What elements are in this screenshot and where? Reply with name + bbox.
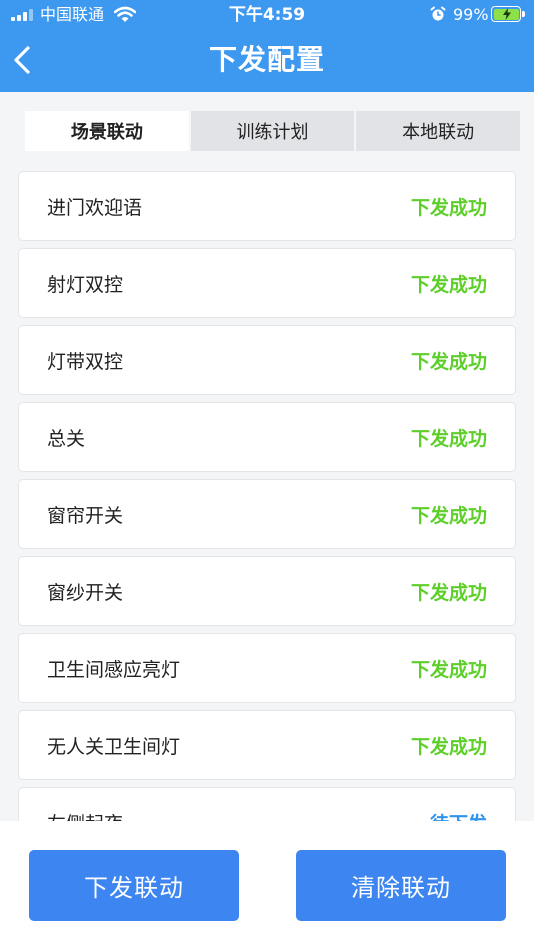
- item-status: 下发成功: [410, 427, 487, 450]
- battery-percent: 99%: [453, 5, 489, 24]
- list-item[interactable]: 窗帘开关 下发成功: [18, 479, 516, 549]
- chevron-left-icon: [14, 46, 30, 74]
- linkage-list[interactable]: 进门欢迎语 下发成功 射灯双控 下发成功 灯带双控 下发成功 总关 下发成功 窗…: [0, 171, 534, 821]
- item-status: 下发成功: [410, 504, 487, 527]
- item-name: 进门欢迎语: [47, 196, 143, 219]
- item-name: 卫生间感应亮灯: [47, 658, 181, 681]
- battery-icon: [491, 6, 521, 22]
- battery-cap: [522, 11, 525, 17]
- header: 中国联通 下午4:59 99% 下发配置: [0, 0, 534, 92]
- item-name: 无人关卫生间灯: [47, 735, 181, 758]
- bottom-action-bar: 下发联动 清除联动: [0, 821, 534, 950]
- list-item[interactable]: 进门欢迎语 下发成功: [18, 171, 516, 241]
- list-item[interactable]: 灯带双控 下发成功: [18, 325, 516, 395]
- item-status: 下发成功: [410, 735, 487, 758]
- list-item[interactable]: 卫生间感应亮灯 下发成功: [18, 633, 516, 703]
- dispatch-linkage-button[interactable]: 下发联动: [29, 850, 239, 921]
- item-status: 下发成功: [410, 196, 487, 219]
- tab-scene-linkage[interactable]: 场景联动: [25, 111, 189, 151]
- item-status: 下发成功: [410, 658, 487, 681]
- app-screen: 中国联通 下午4:59 99% 下发配置 场景联动 训练计划 本地联动 进门欢迎…: [0, 0, 534, 950]
- tab-bar: 场景联动 训练计划 本地联动: [25, 111, 520, 151]
- tab-local-linkage[interactable]: 本地联动: [354, 111, 520, 151]
- item-name: 窗帘开关: [47, 504, 124, 527]
- clear-linkage-button[interactable]: 清除联动: [296, 850, 506, 921]
- item-name: 左侧起夜: [47, 809, 123, 822]
- tab-training-plan[interactable]: 训练计划: [188, 111, 355, 151]
- item-name: 灯带双控: [47, 350, 124, 373]
- list-item[interactable]: 射灯双控 下发成功: [18, 248, 516, 318]
- list-item[interactable]: 总关 下发成功: [18, 402, 516, 472]
- list-item[interactable]: 窗纱开关 下发成功: [18, 556, 516, 626]
- list-item[interactable]: 无人关卫生间灯 下发成功: [18, 710, 516, 780]
- item-status: 下发成功: [410, 273, 487, 296]
- page-title: 下发配置: [208, 43, 325, 76]
- alarm-icon: [430, 6, 446, 21]
- back-button[interactable]: [8, 40, 40, 80]
- item-name: 射灯双控: [47, 273, 124, 296]
- list-item[interactable]: 左侧起夜 待下发: [18, 787, 516, 821]
- item-status: 下发成功: [410, 581, 487, 604]
- item-status: 待下发: [430, 809, 487, 822]
- item-name: 总关: [47, 427, 86, 450]
- status-bar: 中国联通 下午4:59 99%: [0, 0, 534, 30]
- item-status: 下发成功: [410, 350, 487, 373]
- item-name: 窗纱开关: [47, 581, 124, 604]
